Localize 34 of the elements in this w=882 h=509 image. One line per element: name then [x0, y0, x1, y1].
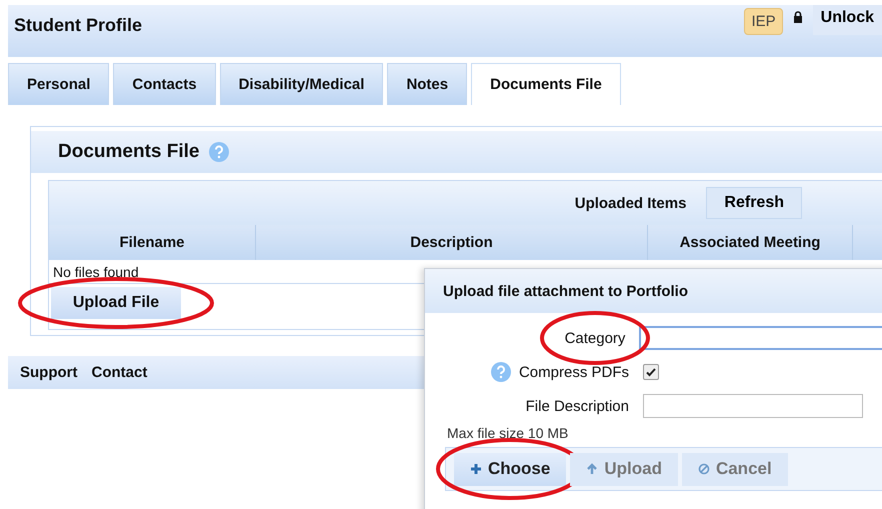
up-arrow-icon — [586, 463, 598, 475]
checkbox[interactable] — [643, 364, 659, 380]
help-icon[interactable] — [209, 142, 230, 162]
footer-link[interactable]: Contact — [92, 364, 148, 381]
footer-link[interactable]: Support — [20, 364, 78, 381]
checkmark-icon — [645, 366, 657, 378]
column-header[interactable]: Associated Meeting — [648, 225, 853, 260]
field-label: Category — [564, 330, 626, 346]
field-label: Compress PDFs — [518, 364, 629, 380]
plus-icon — [470, 463, 482, 475]
file-size-note: Max file size 10 MB — [447, 425, 570, 441]
panel-title: Documents File — [58, 141, 200, 163]
field-label: File Description — [526, 398, 629, 414]
upload-file-button[interactable]: Upload File — [51, 287, 181, 319]
iep-badge[interactable]: IEP — [744, 8, 783, 35]
toolbar-label: Uploaded Items — [574, 194, 686, 212]
refresh-button[interactable]: Refresh — [706, 187, 802, 219]
tab[interactable]: Documents File — [471, 63, 621, 105]
dialog-title: Upload file attachment to Portfolio — [443, 282, 688, 300]
cancel-icon — [698, 463, 710, 475]
tab[interactable]: Personal — [8, 63, 110, 105]
lock-icon — [792, 11, 803, 23]
empty-message: No files found — [53, 264, 139, 280]
page-title: Student Profile — [14, 15, 142, 36]
tab[interactable]: Notes — [387, 63, 468, 105]
choose-button[interactable]: Choose — [454, 452, 566, 486]
help-icon[interactable] — [490, 362, 511, 382]
input-field[interactable] — [643, 394, 863, 418]
input-field[interactable] — [639, 326, 882, 350]
column-header[interactable]: Filename — [49, 225, 256, 260]
tab[interactable]: Contacts — [113, 63, 216, 105]
tab[interactable]: Disability/Medical — [220, 63, 384, 105]
column-header[interactable]: Description — [256, 225, 648, 260]
unlock-button[interactable]: Unlock — [812, 5, 882, 35]
